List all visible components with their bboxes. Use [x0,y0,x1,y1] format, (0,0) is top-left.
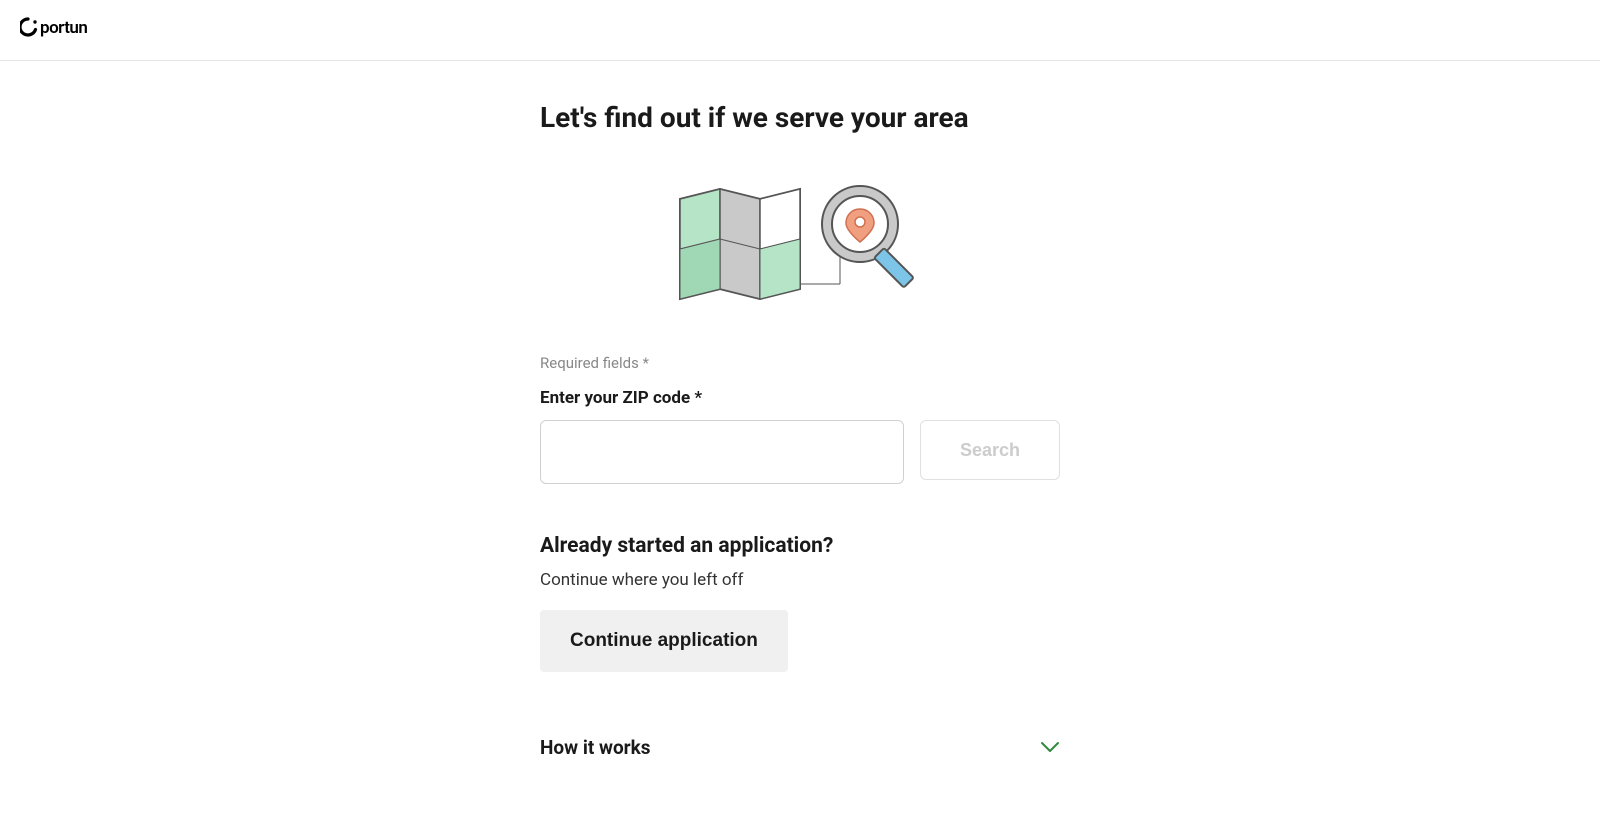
illustration-container [540,174,1060,314]
page-title: Let's find out if we serve your area [540,101,1060,134]
already-started-title: Already started an application? [540,534,1060,558]
main-content: Let's find out if we serve your area [520,61,1080,783]
header: portun [0,0,1600,61]
continue-application-button[interactable]: Continue application [540,610,788,672]
map-magnifier-icon [670,174,930,314]
oportun-logo-icon: portun [20,16,110,38]
chevron-down-icon [1040,738,1060,757]
how-it-works-accordion[interactable]: How it works [540,732,1060,763]
zip-code-input[interactable] [540,420,904,484]
logo[interactable]: portun [20,16,1580,44]
search-button[interactable]: Search [920,420,1060,480]
how-it-works-title: How it works [540,736,651,759]
required-fields-note: Required fields * [540,354,1060,372]
zip-code-label: Enter your ZIP code * [540,388,1060,408]
already-started-subtitle: Continue where you left off [540,570,1060,590]
svg-text:portun: portun [40,18,87,38]
zip-input-row: Search [540,420,1060,484]
